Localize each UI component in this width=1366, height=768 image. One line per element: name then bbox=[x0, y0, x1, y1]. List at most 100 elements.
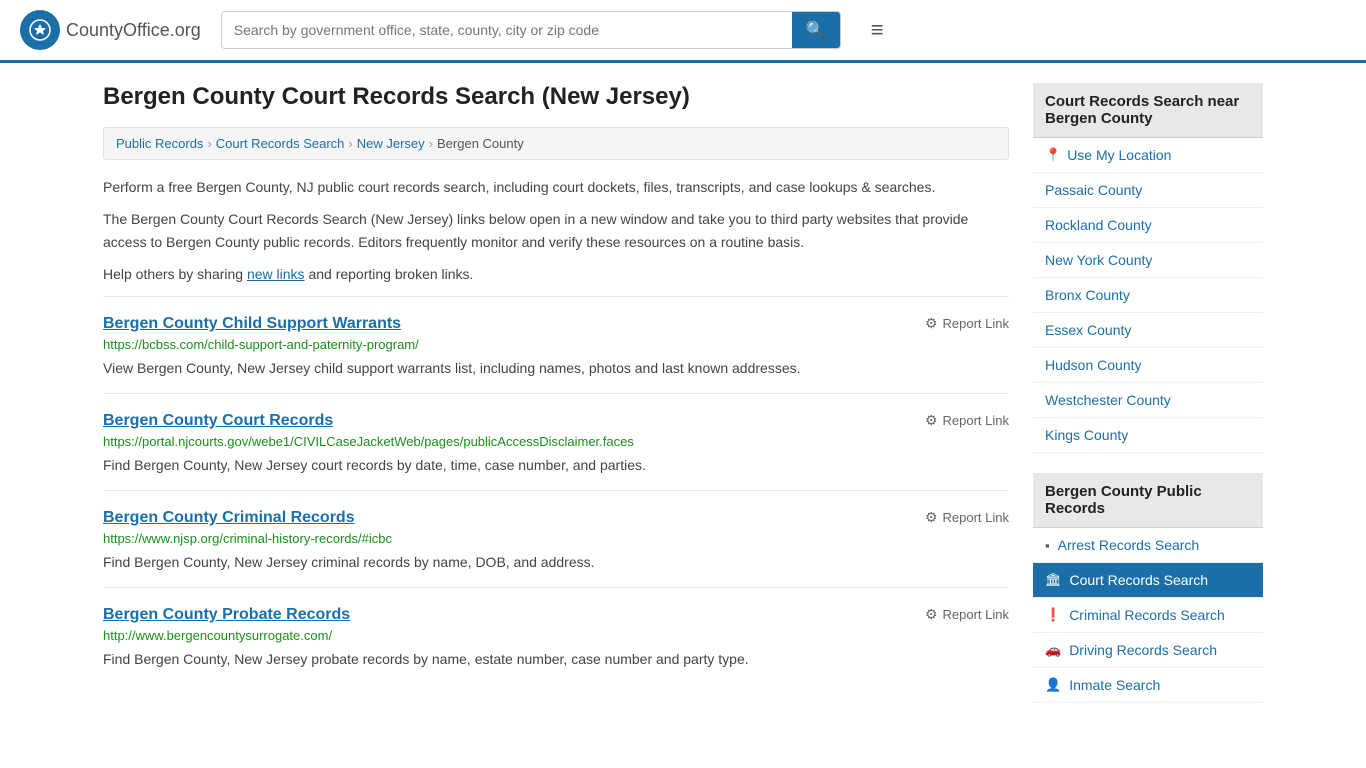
record-title-3[interactable]: Bergen County Probate Records bbox=[103, 606, 350, 624]
rockland-county-link[interactable]: Rockland County bbox=[1033, 208, 1263, 242]
record-title-0[interactable]: Bergen County Child Support Warrants bbox=[103, 315, 401, 333]
hudson-county-link[interactable]: Hudson County bbox=[1033, 348, 1263, 382]
logo-text: CountyOffice.org bbox=[66, 20, 201, 41]
record-desc-3: Find Bergen County, New Jersey probate r… bbox=[103, 649, 1009, 670]
breadcrumb-new-jersey[interactable]: New Jersey bbox=[357, 136, 425, 151]
westchester-county-item[interactable]: Westchester County bbox=[1033, 383, 1263, 418]
record-title-2[interactable]: Bergen County Criminal Records bbox=[103, 509, 355, 527]
report-label-1: Report Link bbox=[943, 413, 1009, 428]
record-title-1[interactable]: Bergen County Court Records bbox=[103, 412, 333, 430]
report-link-btn-2[interactable]: ⚙ Report Link bbox=[925, 509, 1009, 526]
sidebar: Court Records Search near Bergen County … bbox=[1033, 83, 1263, 723]
rec-icon-1: 🏛 bbox=[1045, 572, 1062, 588]
record-desc-2: Find Bergen County, New Jersey criminal … bbox=[103, 552, 1009, 573]
record-item: Bergen County Court Records ⚙ Report Lin… bbox=[103, 393, 1009, 490]
main-container: Bergen County Court Records Search (New … bbox=[83, 63, 1283, 743]
public-records-title: Bergen County Public Records bbox=[1033, 473, 1263, 528]
record-item: Bergen County Probate Records ⚙ Report L… bbox=[103, 587, 1009, 684]
essex-county-link[interactable]: Essex County bbox=[1033, 313, 1263, 347]
public-records-link-0[interactable]: ▪ Arrest Records Search bbox=[1033, 528, 1263, 562]
public-records-link-3[interactable]: 🚗 Driving Records Search bbox=[1033, 633, 1263, 667]
rec-icon-4: 👤 bbox=[1045, 677, 1061, 693]
search-bar: 🔍 bbox=[221, 11, 841, 49]
report-label-3: Report Link bbox=[943, 607, 1009, 622]
nearby-section: Court Records Search near Bergen County … bbox=[1033, 83, 1263, 453]
public-records-label-0: Arrest Records Search bbox=[1058, 537, 1200, 553]
location-icon: 📍 bbox=[1045, 147, 1061, 163]
bronx-county-link[interactable]: Bronx County bbox=[1033, 278, 1263, 312]
logo-icon bbox=[20, 10, 60, 50]
public-records-link-2[interactable]: ❗ Criminal Records Search bbox=[1033, 598, 1263, 632]
record-url-1[interactable]: https://portal.njcourts.gov/webe1/CIVILC… bbox=[103, 434, 1009, 449]
breadcrumb-sep-3: › bbox=[429, 136, 433, 151]
use-my-location-link[interactable]: 📍 Use My Location bbox=[1033, 138, 1263, 172]
record-item: Bergen County Criminal Records ⚙ Report … bbox=[103, 490, 1009, 587]
report-icon-0: ⚙ bbox=[925, 315, 938, 332]
intro-paragraph-3: Help others by sharing new links and rep… bbox=[103, 263, 1009, 285]
search-input[interactable] bbox=[222, 12, 792, 48]
essex-county-item[interactable]: Essex County bbox=[1033, 313, 1263, 348]
public-records-link-1[interactable]: 🏛 Court Records Search bbox=[1033, 563, 1263, 597]
kings-county-item[interactable]: Kings County bbox=[1033, 418, 1263, 453]
breadcrumb-sep-1: › bbox=[207, 136, 211, 151]
public-records-item-2[interactable]: ❗ Criminal Records Search bbox=[1033, 598, 1263, 633]
breadcrumb-sep-2: › bbox=[348, 136, 352, 151]
record-desc-0: View Bergen County, New Jersey child sup… bbox=[103, 358, 1009, 379]
site-header: CountyOffice.org 🔍 ≡ bbox=[0, 0, 1366, 63]
new-york-county-link[interactable]: New York County bbox=[1033, 243, 1263, 277]
record-url-0[interactable]: https://bcbss.com/child-support-and-pate… bbox=[103, 337, 1009, 352]
breadcrumb-public-records[interactable]: Public Records bbox=[116, 136, 203, 151]
content-area: Bergen County Court Records Search (New … bbox=[103, 83, 1009, 723]
record-item: Bergen County Child Support Warrants ⚙ R… bbox=[103, 296, 1009, 393]
intro-paragraph-1: Perform a free Bergen County, NJ public … bbox=[103, 176, 1009, 198]
record-header-2: Bergen County Criminal Records ⚙ Report … bbox=[103, 509, 1009, 527]
westchester-county-link[interactable]: Westchester County bbox=[1033, 383, 1263, 417]
public-records-item-0[interactable]: ▪ Arrest Records Search bbox=[1033, 528, 1263, 563]
breadcrumb-current: Bergen County bbox=[437, 136, 524, 151]
bronx-county-item[interactable]: Bronx County bbox=[1033, 278, 1263, 313]
report-icon-2: ⚙ bbox=[925, 509, 938, 526]
kings-county-link[interactable]: Kings County bbox=[1033, 418, 1263, 452]
record-header-3: Bergen County Probate Records ⚙ Report L… bbox=[103, 606, 1009, 624]
report-link-btn-3[interactable]: ⚙ Report Link bbox=[925, 606, 1009, 623]
hudson-county-item[interactable]: Hudson County bbox=[1033, 348, 1263, 383]
breadcrumb-court-records-search[interactable]: Court Records Search bbox=[216, 136, 345, 151]
public-records-item-1[interactable]: 🏛 Court Records Search bbox=[1033, 563, 1263, 598]
public-records-list: ▪ Arrest Records Search 🏛 Court Records … bbox=[1033, 528, 1263, 703]
public-records-link-4[interactable]: 👤 Inmate Search bbox=[1033, 668, 1263, 702]
passaic-county-link[interactable]: Passaic County bbox=[1033, 173, 1263, 207]
intro-paragraph-2: The Bergen County Court Records Search (… bbox=[103, 208, 1009, 253]
record-header-1: Bergen County Court Records ⚙ Report Lin… bbox=[103, 412, 1009, 430]
public-records-label-2: Criminal Records Search bbox=[1069, 607, 1225, 623]
hamburger-menu[interactable]: ≡ bbox=[871, 17, 884, 43]
public-records-label-4: Inmate Search bbox=[1069, 677, 1160, 693]
new-york-county-item[interactable]: New York County bbox=[1033, 243, 1263, 278]
report-icon-3: ⚙ bbox=[925, 606, 938, 623]
record-header-0: Bergen County Child Support Warrants ⚙ R… bbox=[103, 315, 1009, 333]
records-list: Bergen County Child Support Warrants ⚙ R… bbox=[103, 296, 1009, 684]
use-my-location-label: Use My Location bbox=[1067, 147, 1171, 163]
public-records-label-1: Court Records Search bbox=[1070, 572, 1209, 588]
use-my-location-item[interactable]: 📍 Use My Location bbox=[1033, 138, 1263, 173]
logo-link[interactable]: CountyOffice.org bbox=[20, 10, 201, 50]
record-url-2[interactable]: https://www.njsp.org/criminal-history-re… bbox=[103, 531, 1009, 546]
rec-icon-2: ❗ bbox=[1045, 607, 1061, 623]
page-title: Bergen County Court Records Search (New … bbox=[103, 83, 1009, 111]
new-links-link[interactable]: new links bbox=[247, 266, 305, 282]
report-label-0: Report Link bbox=[943, 316, 1009, 331]
public-records-label-3: Driving Records Search bbox=[1069, 642, 1217, 658]
search-button[interactable]: 🔍 bbox=[792, 12, 840, 48]
rec-icon-3: 🚗 bbox=[1045, 642, 1061, 658]
public-records-section: Bergen County Public Records ▪ Arrest Re… bbox=[1033, 473, 1263, 703]
report-link-btn-1[interactable]: ⚙ Report Link bbox=[925, 412, 1009, 429]
public-records-item-3[interactable]: 🚗 Driving Records Search bbox=[1033, 633, 1263, 668]
rockland-county-item[interactable]: Rockland County bbox=[1033, 208, 1263, 243]
report-link-btn-0[interactable]: ⚙ Report Link bbox=[925, 315, 1009, 332]
public-records-item-4[interactable]: 👤 Inmate Search bbox=[1033, 668, 1263, 703]
record-desc-1: Find Bergen County, New Jersey court rec… bbox=[103, 455, 1009, 476]
passaic-county-item[interactable]: Passaic County bbox=[1033, 173, 1263, 208]
rec-icon-0: ▪ bbox=[1045, 538, 1050, 553]
nearby-title: Court Records Search near Bergen County bbox=[1033, 83, 1263, 138]
record-url-3[interactable]: http://www.bergencountysurrogate.com/ bbox=[103, 628, 1009, 643]
breadcrumb: Public Records › Court Records Search › … bbox=[103, 127, 1009, 160]
